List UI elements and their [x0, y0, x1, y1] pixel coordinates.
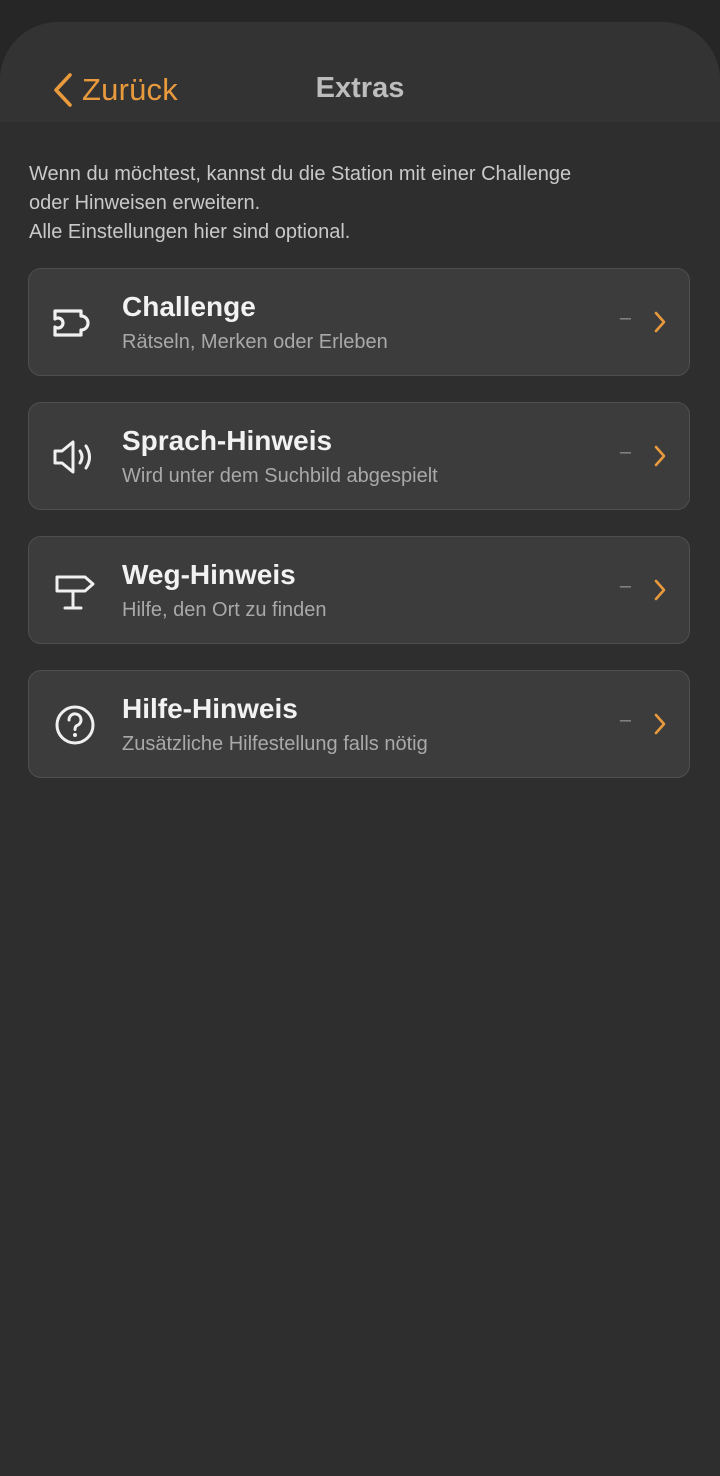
- intro-line: Wenn du möchtest, kannst du die Station …: [29, 163, 572, 185]
- item-subtitle: Hilfe, den Ort zu finden: [122, 599, 327, 621]
- signpost-icon: [49, 565, 101, 617]
- list-item-sprach-hinweis[interactable]: Sprach-Hinweis Wird unter dem Suchbild a…: [28, 402, 690, 510]
- modal-sheet: Zurück Extras Wenn du möchtest, kannst d…: [0, 22, 720, 1476]
- list-item-weg-hinweis[interactable]: Weg-Hinweis Hilfe, den Ort zu finden –: [28, 536, 690, 644]
- item-title: Hilfe-Hinweis: [122, 693, 298, 724]
- chevron-right-icon: [653, 311, 667, 338]
- item-value: –: [619, 441, 631, 463]
- list-item-challenge[interactable]: Challenge Rätseln, Merken oder Erleben –: [28, 268, 690, 376]
- item-title: Sprach-Hinweis: [122, 425, 333, 456]
- item-subtitle: Zusätzliche Hilfestellung falls nötig: [122, 733, 428, 755]
- speaker-icon: [49, 431, 101, 483]
- item-title: Weg-Hinweis: [122, 559, 296, 590]
- item-title: Challenge: [122, 291, 256, 322]
- intro-line: oder Hinweisen erweitern.: [29, 192, 261, 214]
- chevron-right-icon: [653, 445, 667, 472]
- intro-text: Wenn du möchtest, kannst du die Station …: [29, 160, 689, 247]
- intro-line: Alle Einstellungen hier sind optional.: [29, 221, 351, 243]
- item-value: –: [619, 307, 631, 329]
- item-value: –: [619, 709, 631, 731]
- chevron-right-icon: [653, 713, 667, 740]
- item-subtitle: Rätseln, Merken oder Erleben: [122, 331, 388, 353]
- question-circle-icon: [49, 699, 101, 751]
- navigation-bar: Zurück Extras: [0, 22, 720, 122]
- list-item-hilfe-hinweis[interactable]: Hilfe-Hinweis Zusätzliche Hilfestellung …: [28, 670, 690, 778]
- page-title: Extras: [315, 72, 405, 104]
- chevron-right-icon: [653, 579, 667, 606]
- item-subtitle: Wird unter dem Suchbild abgespielt: [122, 465, 438, 487]
- item-value: –: [619, 575, 631, 597]
- puzzle-icon: [49, 297, 101, 349]
